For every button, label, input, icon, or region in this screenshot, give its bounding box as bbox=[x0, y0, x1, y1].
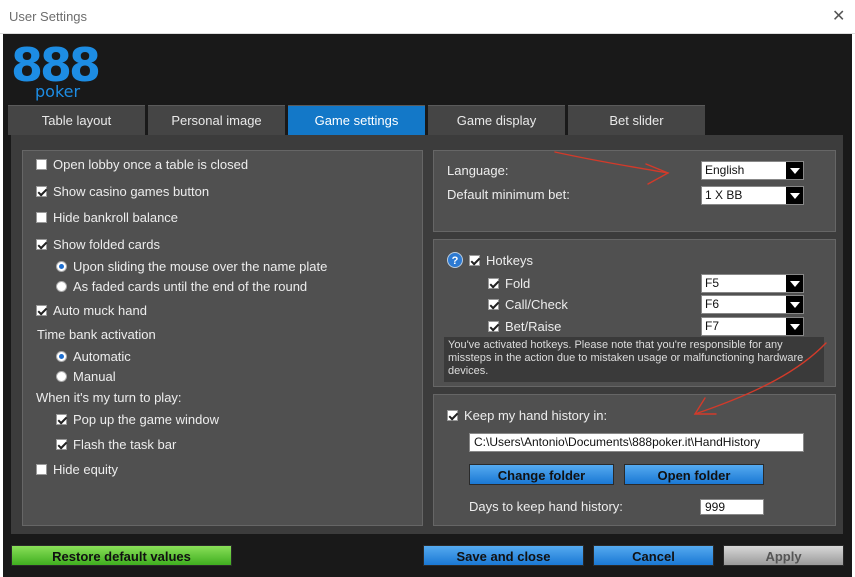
bet-hotkey-value: F7 bbox=[705, 319, 720, 333]
hotkeys-panel: ? Hotkeys Fold F5 Call/Check F6 Bet/Rais… bbox=[433, 239, 836, 387]
title-bar: User Settings ✕ bbox=[0, 0, 855, 34]
min-bet-select[interactable]: 1 X BB bbox=[701, 186, 804, 205]
open-lobby-option[interactable]: Open lobby once a table is closed bbox=[36, 157, 248, 172]
keep-history-checkbox[interactable] bbox=[447, 410, 458, 421]
help-icon[interactable]: ? bbox=[447, 252, 463, 268]
hotkeys-option[interactable]: ? Hotkeys bbox=[447, 252, 533, 268]
folded-name-plate-radio[interactable] bbox=[56, 261, 67, 272]
tab-table-layout[interactable]: Table layout bbox=[8, 105, 145, 135]
tab-bet-slider[interactable]: Bet slider bbox=[568, 105, 705, 135]
bet-hotkey-label: Bet/Raise bbox=[505, 319, 562, 334]
keep-history-label: Keep my hand history in: bbox=[464, 408, 608, 423]
min-bet-value: 1 X BB bbox=[705, 188, 743, 202]
chevron-down-icon[interactable] bbox=[786, 187, 803, 204]
hide-bankroll-option[interactable]: Hide bankroll balance bbox=[36, 210, 178, 225]
call-hotkey-value: F6 bbox=[705, 297, 720, 311]
open-lobby-label: Open lobby once a table is closed bbox=[53, 157, 249, 172]
change-folder-button[interactable]: Change folder bbox=[469, 464, 614, 485]
tab-game-settings[interactable]: Game settings bbox=[288, 105, 425, 135]
hotkeys-label: Hotkeys bbox=[486, 252, 533, 268]
auto-muck-checkbox[interactable] bbox=[36, 305, 47, 316]
min-bet-label: Default minimum bet: bbox=[447, 187, 570, 202]
time-bank-manual-option[interactable]: Manual bbox=[56, 369, 116, 384]
show-folded-label: Show folded cards bbox=[53, 237, 160, 252]
888poker-logo: 888 poker bbox=[11, 40, 101, 101]
bet-hotkey-checkbox[interactable] bbox=[488, 321, 499, 332]
fold-hotkey-select[interactable]: F5 bbox=[701, 274, 804, 293]
show-folded-option[interactable]: Show folded cards bbox=[36, 237, 160, 252]
cancel-button[interactable]: Cancel bbox=[593, 545, 714, 566]
time-bank-manual-label: Manual bbox=[73, 369, 116, 384]
call-hotkey-option[interactable]: Call/Check bbox=[488, 297, 568, 312]
settings-body: 888 poker Table layout Personal image Ga… bbox=[3, 34, 852, 577]
call-hotkey-select[interactable]: F6 bbox=[701, 295, 804, 314]
popup-window-checkbox[interactable] bbox=[56, 414, 67, 425]
show-casino-checkbox[interactable] bbox=[36, 186, 47, 197]
popup-window-option[interactable]: Pop up the game window bbox=[56, 412, 219, 427]
flash-taskbar-option[interactable]: Flash the task bar bbox=[56, 437, 176, 452]
folded-option-name-plate[interactable]: Upon sliding the mouse over the name pla… bbox=[56, 259, 327, 274]
flash-taskbar-label: Flash the task bar bbox=[73, 437, 177, 452]
call-hotkey-label: Call/Check bbox=[505, 297, 568, 312]
hide-equity-label: Hide equity bbox=[53, 462, 119, 477]
time-bank-manual-radio[interactable] bbox=[56, 371, 67, 382]
language-panel: Language: English Default minimum bet: 1… bbox=[433, 150, 836, 232]
apply-button[interactable]: Apply bbox=[723, 545, 844, 566]
fold-hotkey-label: Fold bbox=[505, 276, 531, 291]
hotkeys-warning: You've activated hotkeys. Please note th… bbox=[444, 337, 824, 382]
window-title: User Settings bbox=[9, 9, 88, 24]
folded-name-plate-label: Upon sliding the mouse over the name pla… bbox=[73, 259, 328, 274]
logo-word: poker bbox=[35, 82, 81, 101]
show-casino-option[interactable]: Show casino games button bbox=[36, 184, 209, 199]
fold-hotkey-option[interactable]: Fold bbox=[488, 276, 530, 291]
hide-equity-option[interactable]: Hide equity bbox=[36, 462, 118, 477]
hide-equity-checkbox[interactable] bbox=[36, 464, 47, 475]
hide-bankroll-label: Hide bankroll balance bbox=[53, 210, 179, 225]
fold-hotkey-checkbox[interactable] bbox=[488, 278, 499, 289]
time-bank-automatic-radio[interactable] bbox=[56, 351, 67, 362]
restore-defaults-button[interactable]: Restore default values bbox=[11, 545, 232, 566]
folded-option-faded[interactable]: As faded cards until the end of the roun… bbox=[56, 279, 307, 294]
general-options-panel: Open lobby once a table is closed Show c… bbox=[22, 150, 423, 526]
keep-history-option[interactable]: Keep my hand history in: bbox=[447, 408, 607, 423]
hand-history-panel: Keep my hand history in: C:\Users\Antoni… bbox=[433, 394, 836, 526]
days-history-label: Days to keep hand history: bbox=[469, 499, 623, 514]
user-settings-window: User Settings ✕ 888 poker Table layout P… bbox=[0, 0, 855, 577]
language-label: Language: bbox=[447, 163, 509, 178]
folded-faded-label: As faded cards until the end of the roun… bbox=[73, 279, 308, 294]
language-value: English bbox=[705, 163, 745, 177]
show-folded-checkbox[interactable] bbox=[36, 239, 47, 250]
folded-faded-radio[interactable] bbox=[56, 281, 67, 292]
days-history-field[interactable]: 999 bbox=[700, 499, 764, 515]
save-and-close-button[interactable]: Save and close bbox=[423, 545, 584, 566]
auto-muck-option[interactable]: Auto muck hand bbox=[36, 303, 147, 318]
time-bank-automatic-label: Automatic bbox=[73, 349, 131, 364]
time-bank-heading: Time bank activation bbox=[37, 327, 156, 342]
bet-hotkey-option[interactable]: Bet/Raise bbox=[488, 319, 561, 334]
flash-taskbar-checkbox[interactable] bbox=[56, 439, 67, 450]
open-folder-button[interactable]: Open folder bbox=[624, 464, 764, 485]
auto-muck-label: Auto muck hand bbox=[53, 303, 147, 318]
chevron-down-icon[interactable] bbox=[786, 275, 803, 292]
my-turn-heading: When it's my turn to play: bbox=[36, 390, 182, 405]
game-settings-content: Open lobby once a table is closed Show c… bbox=[11, 135, 843, 534]
tab-game-display[interactable]: Game display bbox=[428, 105, 565, 135]
call-hotkey-checkbox[interactable] bbox=[488, 299, 499, 310]
hide-bankroll-checkbox[interactable] bbox=[36, 212, 47, 223]
close-icon[interactable]: ✕ bbox=[832, 6, 845, 26]
time-bank-automatic-option[interactable]: Automatic bbox=[56, 349, 131, 364]
chevron-down-icon[interactable] bbox=[786, 162, 803, 179]
chevron-down-icon[interactable] bbox=[786, 318, 803, 335]
bet-hotkey-select[interactable]: F7 bbox=[701, 317, 804, 336]
hotkeys-checkbox[interactable] bbox=[469, 254, 480, 266]
show-casino-label: Show casino games button bbox=[53, 184, 210, 199]
popup-window-label: Pop up the game window bbox=[73, 412, 219, 427]
fold-hotkey-value: F5 bbox=[705, 276, 720, 290]
language-select[interactable]: English bbox=[701, 161, 804, 180]
open-lobby-checkbox[interactable] bbox=[36, 159, 47, 170]
chevron-down-icon[interactable] bbox=[786, 296, 803, 313]
history-path-field[interactable]: C:\Users\Antonio\Documents\888poker.it\H… bbox=[469, 433, 804, 452]
tab-personal-image[interactable]: Personal image bbox=[148, 105, 285, 135]
